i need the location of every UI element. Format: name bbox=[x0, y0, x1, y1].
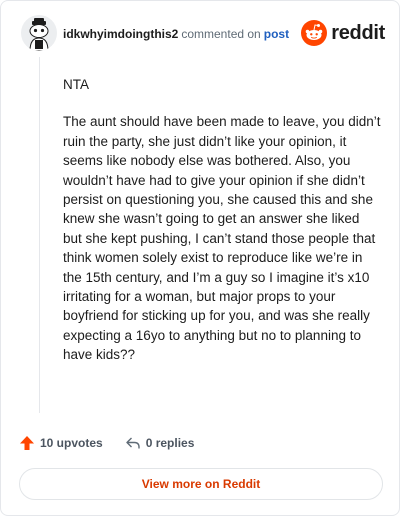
post-link[interactable]: post bbox=[264, 27, 289, 41]
comment-body: NTA The aunt should have been made to le… bbox=[63, 75, 381, 383]
upvote-arrow-icon bbox=[20, 436, 34, 450]
username-link[interactable]: idkwhyimdoingthis2 bbox=[63, 27, 178, 41]
comment-meta: idkwhyimdoingthis2 commented on post bbox=[63, 27, 289, 41]
upvote-button[interactable]: 10 upvotes bbox=[19, 435, 103, 451]
reply-arrow-icon bbox=[126, 437, 140, 449]
comment-card: idkwhyimdoingthis2 commented on post reddi… bbox=[0, 0, 400, 516]
comment-actions: 10 upvotes 0 replies bbox=[19, 433, 194, 453]
comment-paragraph: The aunt should have been made to leave,… bbox=[63, 114, 381, 363]
reply-button[interactable]: 0 replies bbox=[125, 435, 195, 451]
comment-header: idkwhyimdoingthis2 commented on post reddi… bbox=[19, 15, 385, 51]
view-more-button[interactable]: View more on Reddit bbox=[19, 468, 383, 500]
action-text: commented on bbox=[181, 27, 261, 41]
reddit-wordmark: reddit bbox=[331, 21, 385, 44]
thread-line bbox=[39, 57, 40, 413]
comment-paragraph: NTA bbox=[63, 77, 89, 92]
reddit-logo[interactable]: reddit bbox=[301, 19, 385, 47]
reddit-logo-icon bbox=[301, 20, 328, 46]
upvote-count: 10 upvotes bbox=[40, 436, 103, 450]
snoo-avatar[interactable] bbox=[21, 15, 57, 51]
reply-count: 0 replies bbox=[145, 436, 195, 450]
